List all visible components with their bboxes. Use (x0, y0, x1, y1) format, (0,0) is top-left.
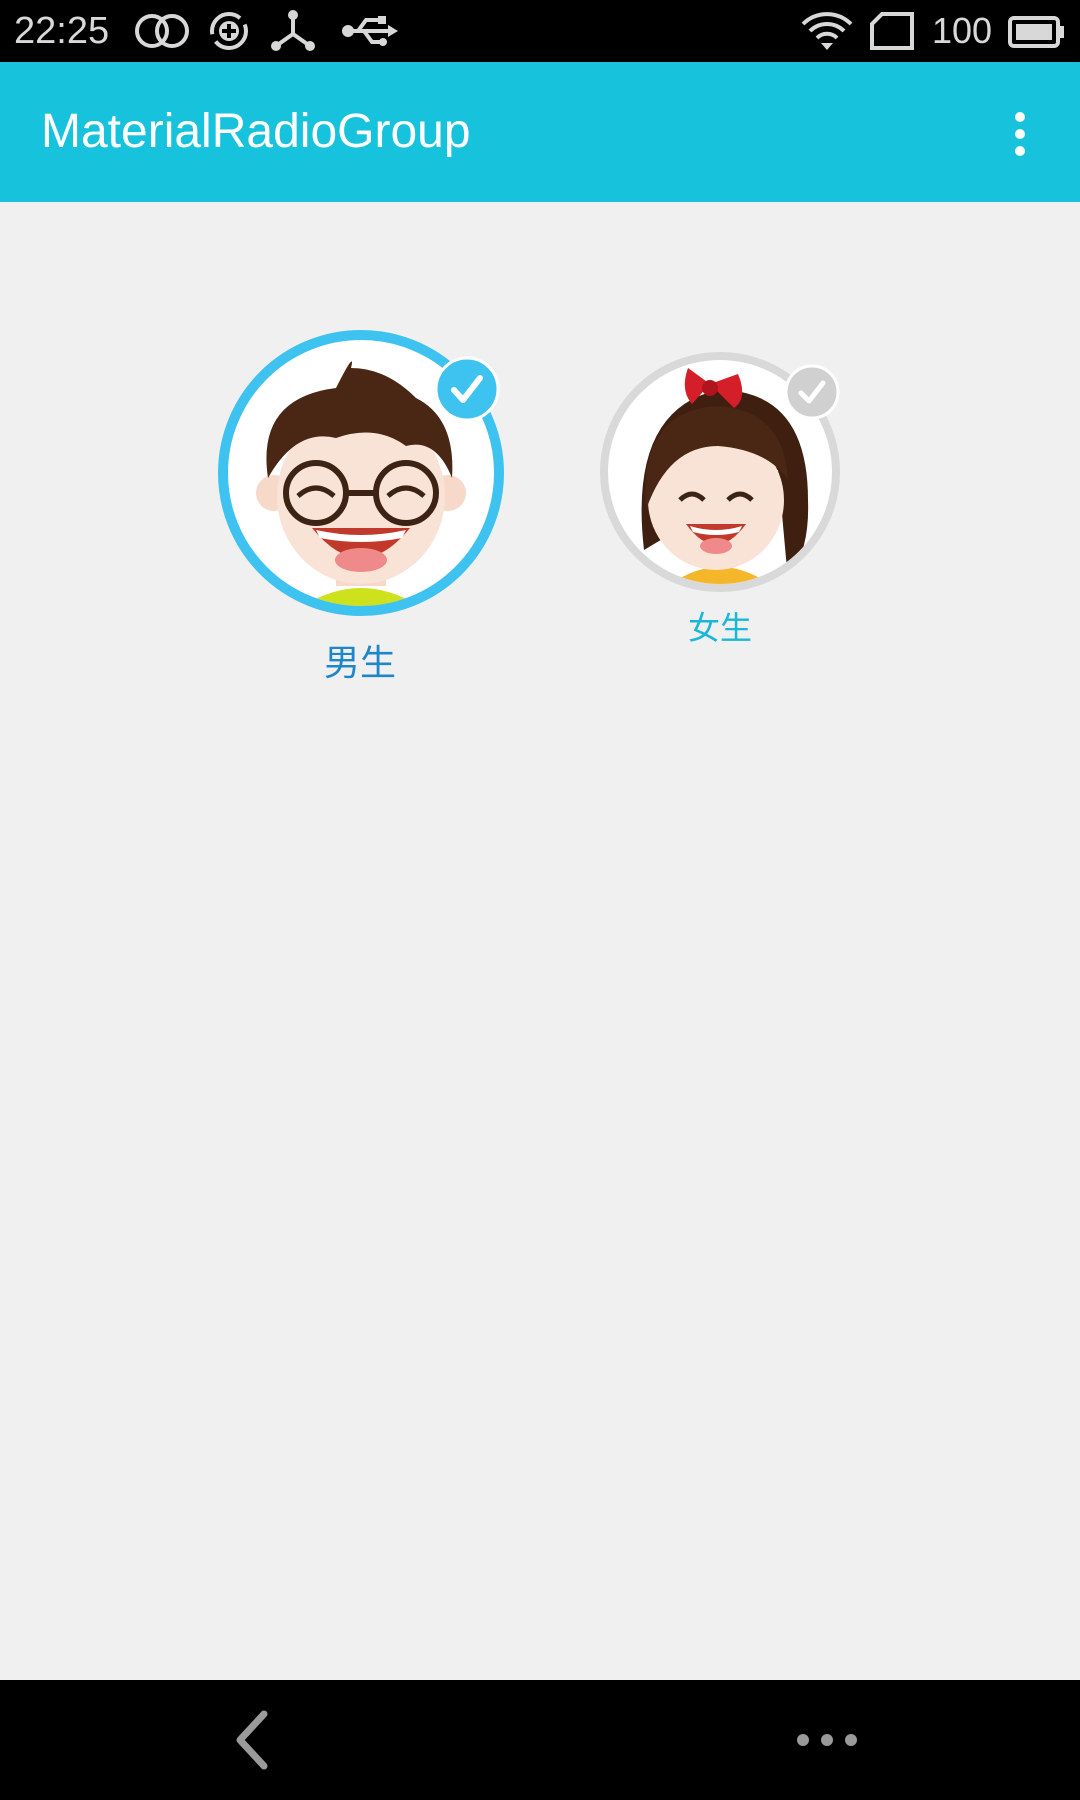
app-title: MaterialRadioGroup (41, 105, 471, 158)
check-circle-icon (434, 356, 500, 422)
sync-plus-icon (210, 12, 248, 50)
wifi-icon (801, 12, 853, 50)
radio-option-boy[interactable]: 男生 (200, 302, 520, 684)
battery-icon (1008, 16, 1064, 48)
option-label-girl: 女生 (687, 609, 752, 647)
back-chevron-icon[interactable] (230, 1710, 280, 1770)
sim-card-icon (870, 12, 914, 50)
status-time: 22:25 (14, 10, 110, 52)
option-label-boy: 男生 (323, 643, 396, 684)
status-bar: 22:25 100 (0, 0, 1080, 62)
usb-icon (342, 16, 398, 46)
navigation-bar (0, 1680, 1080, 1800)
more-horizontal-icon[interactable] (795, 1728, 859, 1752)
radio-group: 男生 女生 (0, 202, 1080, 1680)
app-bar: MaterialRadioGroup (0, 62, 1080, 202)
battery-level: 100 (932, 10, 993, 51)
check-circle-icon (784, 364, 840, 420)
dual-rings-icon (135, 14, 189, 48)
radio-option-girl[interactable]: 女生 (590, 338, 860, 658)
more-vertical-icon[interactable] (1000, 102, 1040, 166)
share-node-icon (271, 10, 315, 51)
